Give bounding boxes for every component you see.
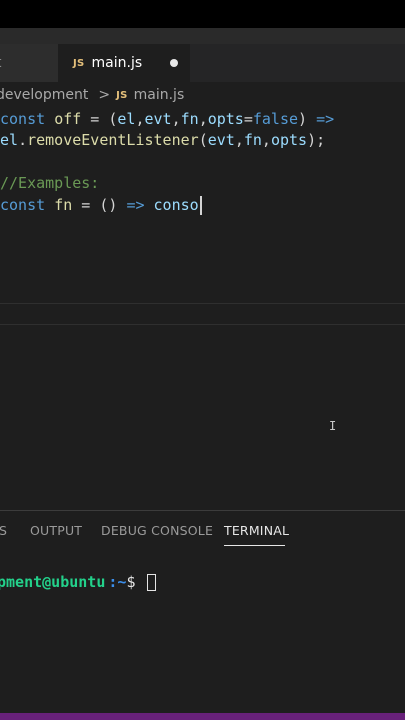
status-bar [0, 713, 405, 720]
tab-output[interactable]: OUTPUT [30, 523, 82, 538]
tab-main-js[interactable]: JS main.js [58, 44, 190, 82]
chevron-right-icon: > [98, 87, 111, 103]
breadcrumb: development > JS main.js [0, 84, 405, 106]
code-line-1: const off = (el,evt,fn,opts=false) => [0, 110, 335, 128]
window-title-bar [0, 28, 405, 45]
javascript-file-icon: JS [73, 57, 85, 69]
tab-main-js-label: main.js [91, 55, 143, 71]
terminal-user-host: pment@ubuntu [0, 573, 106, 591]
bottom-panel: S OUTPUT DEBUG CONSOLE TERMINAL pment@ub… [0, 510, 405, 714]
code-editor[interactable]: const off = (el,evt,fn,opts=false) => el… [0, 108, 405, 510]
terminal-path: :~ [108, 573, 127, 591]
code-line-4: //Examples: [0, 174, 100, 192]
tab-terminal[interactable]: TERMINAL [224, 523, 289, 538]
current-line-highlight [0, 303, 405, 325]
unsaved-changes-dot-icon[interactable] [170, 59, 178, 67]
breadcrumb-file[interactable]: main.js [134, 87, 185, 103]
tab-problems[interactable]: S [0, 523, 7, 538]
javascript-file-icon: JS [116, 89, 128, 101]
mouse-ibeam-cursor-icon: I [329, 419, 337, 433]
tab-debug-console[interactable]: DEBUG CONSOLE [101, 523, 213, 538]
breadcrumb-folder[interactable]: development [0, 87, 88, 103]
text-cursor [199, 196, 202, 215]
code-line-2: el.removeEventListener(evt,fn,opts); [0, 131, 326, 149]
editor-tab-strip: t JS main.js [0, 44, 405, 82]
active-tab-underline [224, 545, 285, 546]
terminal-cursor [146, 574, 156, 591]
screen-top-bar [0, 0, 405, 28]
tab-previous-label: t [0, 55, 2, 71]
terminal-prompt-line[interactable]: pment@ubuntu:~$ [0, 572, 156, 592]
tab-previous-file[interactable]: t [0, 44, 59, 82]
terminal-prompt-sign: $ [126, 573, 136, 591]
code-line-5: const fn = () => conso [0, 194, 202, 216]
